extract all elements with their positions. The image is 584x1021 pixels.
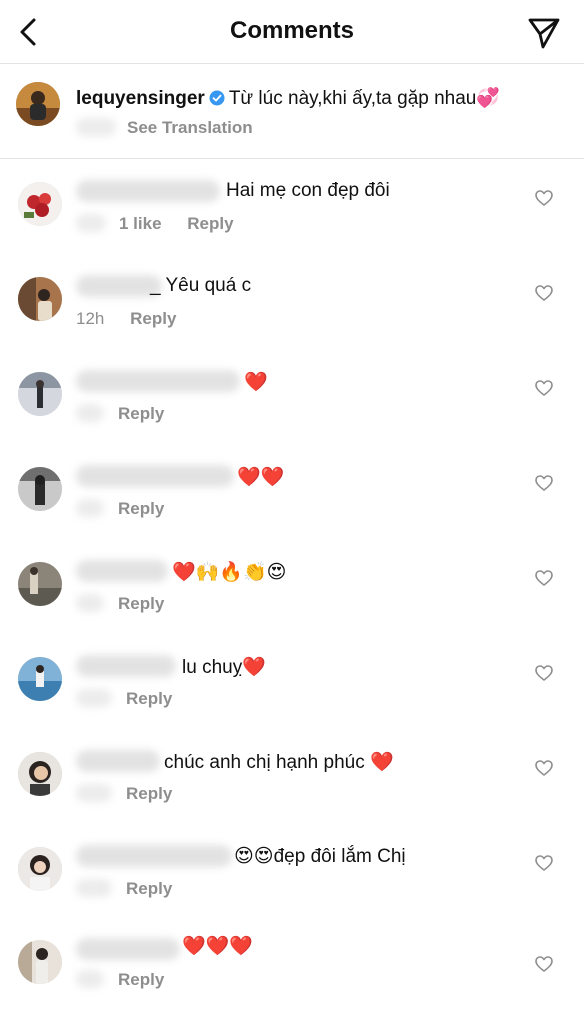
comment-item: lu chuỵ❤️ Reply bbox=[0, 641, 584, 736]
avatar[interactable] bbox=[18, 277, 62, 321]
avatar[interactable] bbox=[16, 82, 60, 126]
caption-divider bbox=[0, 158, 584, 159]
post-caption: lequyensinger Từ lúc này,khi ấy,ta gặp n… bbox=[0, 64, 584, 158]
blurred-username bbox=[76, 845, 232, 867]
blurred-username bbox=[76, 465, 234, 487]
comment-text: ❤️❤️❤️ bbox=[182, 936, 253, 957]
blurred-username bbox=[76, 560, 168, 582]
heart-outline-icon bbox=[535, 855, 553, 871]
avatar[interactable] bbox=[18, 657, 62, 701]
caption-text-line: lequyensinger Từ lúc này,khi ấy,ta gặp n… bbox=[76, 86, 500, 110]
caption-text: Từ lúc này,khi ấy,ta gặp nhau💞 bbox=[228, 88, 501, 109]
reply-button[interactable]: Reply bbox=[130, 309, 176, 328]
comment-item: _ Yêu quá c 12h Reply bbox=[0, 261, 584, 356]
reply-button[interactable]: Reply bbox=[126, 689, 172, 708]
blurred-timestamp bbox=[76, 118, 116, 136]
heart-outline-icon bbox=[535, 190, 553, 206]
reply-button[interactable]: Reply bbox=[126, 784, 172, 803]
comment-text: ❤️🙌🔥👏😍 bbox=[172, 562, 287, 583]
blurred-username bbox=[76, 655, 176, 677]
heart-outline-icon bbox=[535, 285, 553, 301]
blurred-timestamp bbox=[76, 214, 106, 232]
avatar[interactable] bbox=[18, 467, 62, 511]
heart-outline-icon bbox=[535, 956, 553, 972]
like-button[interactable] bbox=[534, 473, 554, 493]
avatar[interactable] bbox=[18, 372, 62, 416]
heart-outline-icon bbox=[535, 570, 553, 586]
verified-badge-icon bbox=[209, 90, 225, 106]
reply-button[interactable]: Reply bbox=[118, 970, 164, 989]
avatar[interactable] bbox=[18, 940, 62, 984]
heart-outline-icon bbox=[535, 380, 553, 396]
comment-item: 😍😍đẹp đôi lắm Chị Reply bbox=[0, 831, 584, 926]
comment-text: ❤️❤️ bbox=[237, 467, 285, 488]
comment-meta: 1 like Reply bbox=[119, 214, 234, 234]
comment-item: ❤️❤️❤️ Reply bbox=[0, 926, 584, 1021]
like-button[interactable] bbox=[534, 568, 554, 588]
like-button[interactable] bbox=[534, 954, 554, 974]
comment-item: ❤️ Reply bbox=[0, 356, 584, 451]
heart-outline-icon bbox=[535, 760, 553, 776]
blurred-timestamp bbox=[76, 404, 104, 422]
comment-text: lu chuỵ❤️ bbox=[182, 657, 266, 678]
like-button[interactable] bbox=[534, 663, 554, 683]
comment-text: _ Yêu quá c bbox=[150, 275, 252, 296]
avatar[interactable] bbox=[18, 847, 62, 891]
blurred-username bbox=[76, 750, 160, 772]
comment-text: Hai mẹ con đẹp đôi bbox=[226, 180, 390, 201]
comment-text: chúc anh chị hạnh phúc ❤️ bbox=[164, 752, 394, 773]
page-title: Comments bbox=[229, 17, 355, 44]
avatar[interactable] bbox=[18, 562, 62, 606]
like-count[interactable]: 1 like bbox=[119, 214, 162, 233]
caption-username[interactable]: lequyensinger bbox=[76, 88, 205, 109]
blurred-timestamp bbox=[76, 594, 104, 612]
like-button[interactable] bbox=[534, 853, 554, 873]
comment-meta: Reply bbox=[118, 404, 164, 424]
reply-button[interactable]: Reply bbox=[118, 499, 164, 518]
like-button[interactable] bbox=[534, 378, 554, 398]
comment-meta: Reply bbox=[118, 970, 164, 990]
blurred-username bbox=[76, 180, 220, 202]
blurred-timestamp bbox=[76, 879, 112, 897]
see-translation-link[interactable]: See Translation bbox=[127, 118, 253, 138]
blurred-username bbox=[76, 938, 180, 960]
blurred-timestamp bbox=[76, 784, 112, 802]
blurred-timestamp bbox=[76, 689, 112, 707]
comment-meta: Reply bbox=[126, 689, 172, 709]
comment-meta: Reply bbox=[118, 499, 164, 519]
avatar[interactable] bbox=[18, 752, 62, 796]
reply-button[interactable]: Reply bbox=[126, 879, 172, 898]
blurred-timestamp bbox=[76, 970, 104, 988]
reply-button[interactable]: Reply bbox=[118, 404, 164, 423]
reply-button[interactable]: Reply bbox=[187, 214, 233, 233]
comment-meta: 12h Reply bbox=[76, 309, 176, 329]
like-button[interactable] bbox=[534, 758, 554, 778]
comment-item: chúc anh chị hạnh phúc ❤️ Reply bbox=[0, 736, 584, 831]
blurred-timestamp bbox=[76, 499, 104, 517]
header-bar: Comments bbox=[0, 0, 584, 64]
heart-outline-icon bbox=[535, 665, 553, 681]
reply-button[interactable]: Reply bbox=[118, 594, 164, 613]
like-button[interactable] bbox=[534, 283, 554, 303]
share-button[interactable] bbox=[526, 15, 562, 51]
comment-text: 😍😍đẹp đôi lắm Chị bbox=[234, 846, 406, 867]
comment-text: ❤️ bbox=[244, 372, 268, 393]
comment-meta: Reply bbox=[126, 879, 172, 899]
like-button[interactable] bbox=[534, 188, 554, 208]
comment-item: ❤️❤️ Reply bbox=[0, 451, 584, 546]
comment-time: 12h bbox=[76, 309, 105, 328]
paper-plane-icon bbox=[528, 18, 560, 49]
comment-item: Hai mẹ con đẹp đôi 1 like Reply bbox=[0, 166, 584, 261]
blurred-username bbox=[76, 370, 240, 392]
heart-outline-icon bbox=[535, 475, 553, 491]
avatar[interactable] bbox=[18, 182, 62, 226]
comment-meta: Reply bbox=[118, 594, 164, 614]
comment-meta: Reply bbox=[126, 784, 172, 804]
comment-item: ❤️🙌🔥👏😍 Reply bbox=[0, 546, 584, 641]
